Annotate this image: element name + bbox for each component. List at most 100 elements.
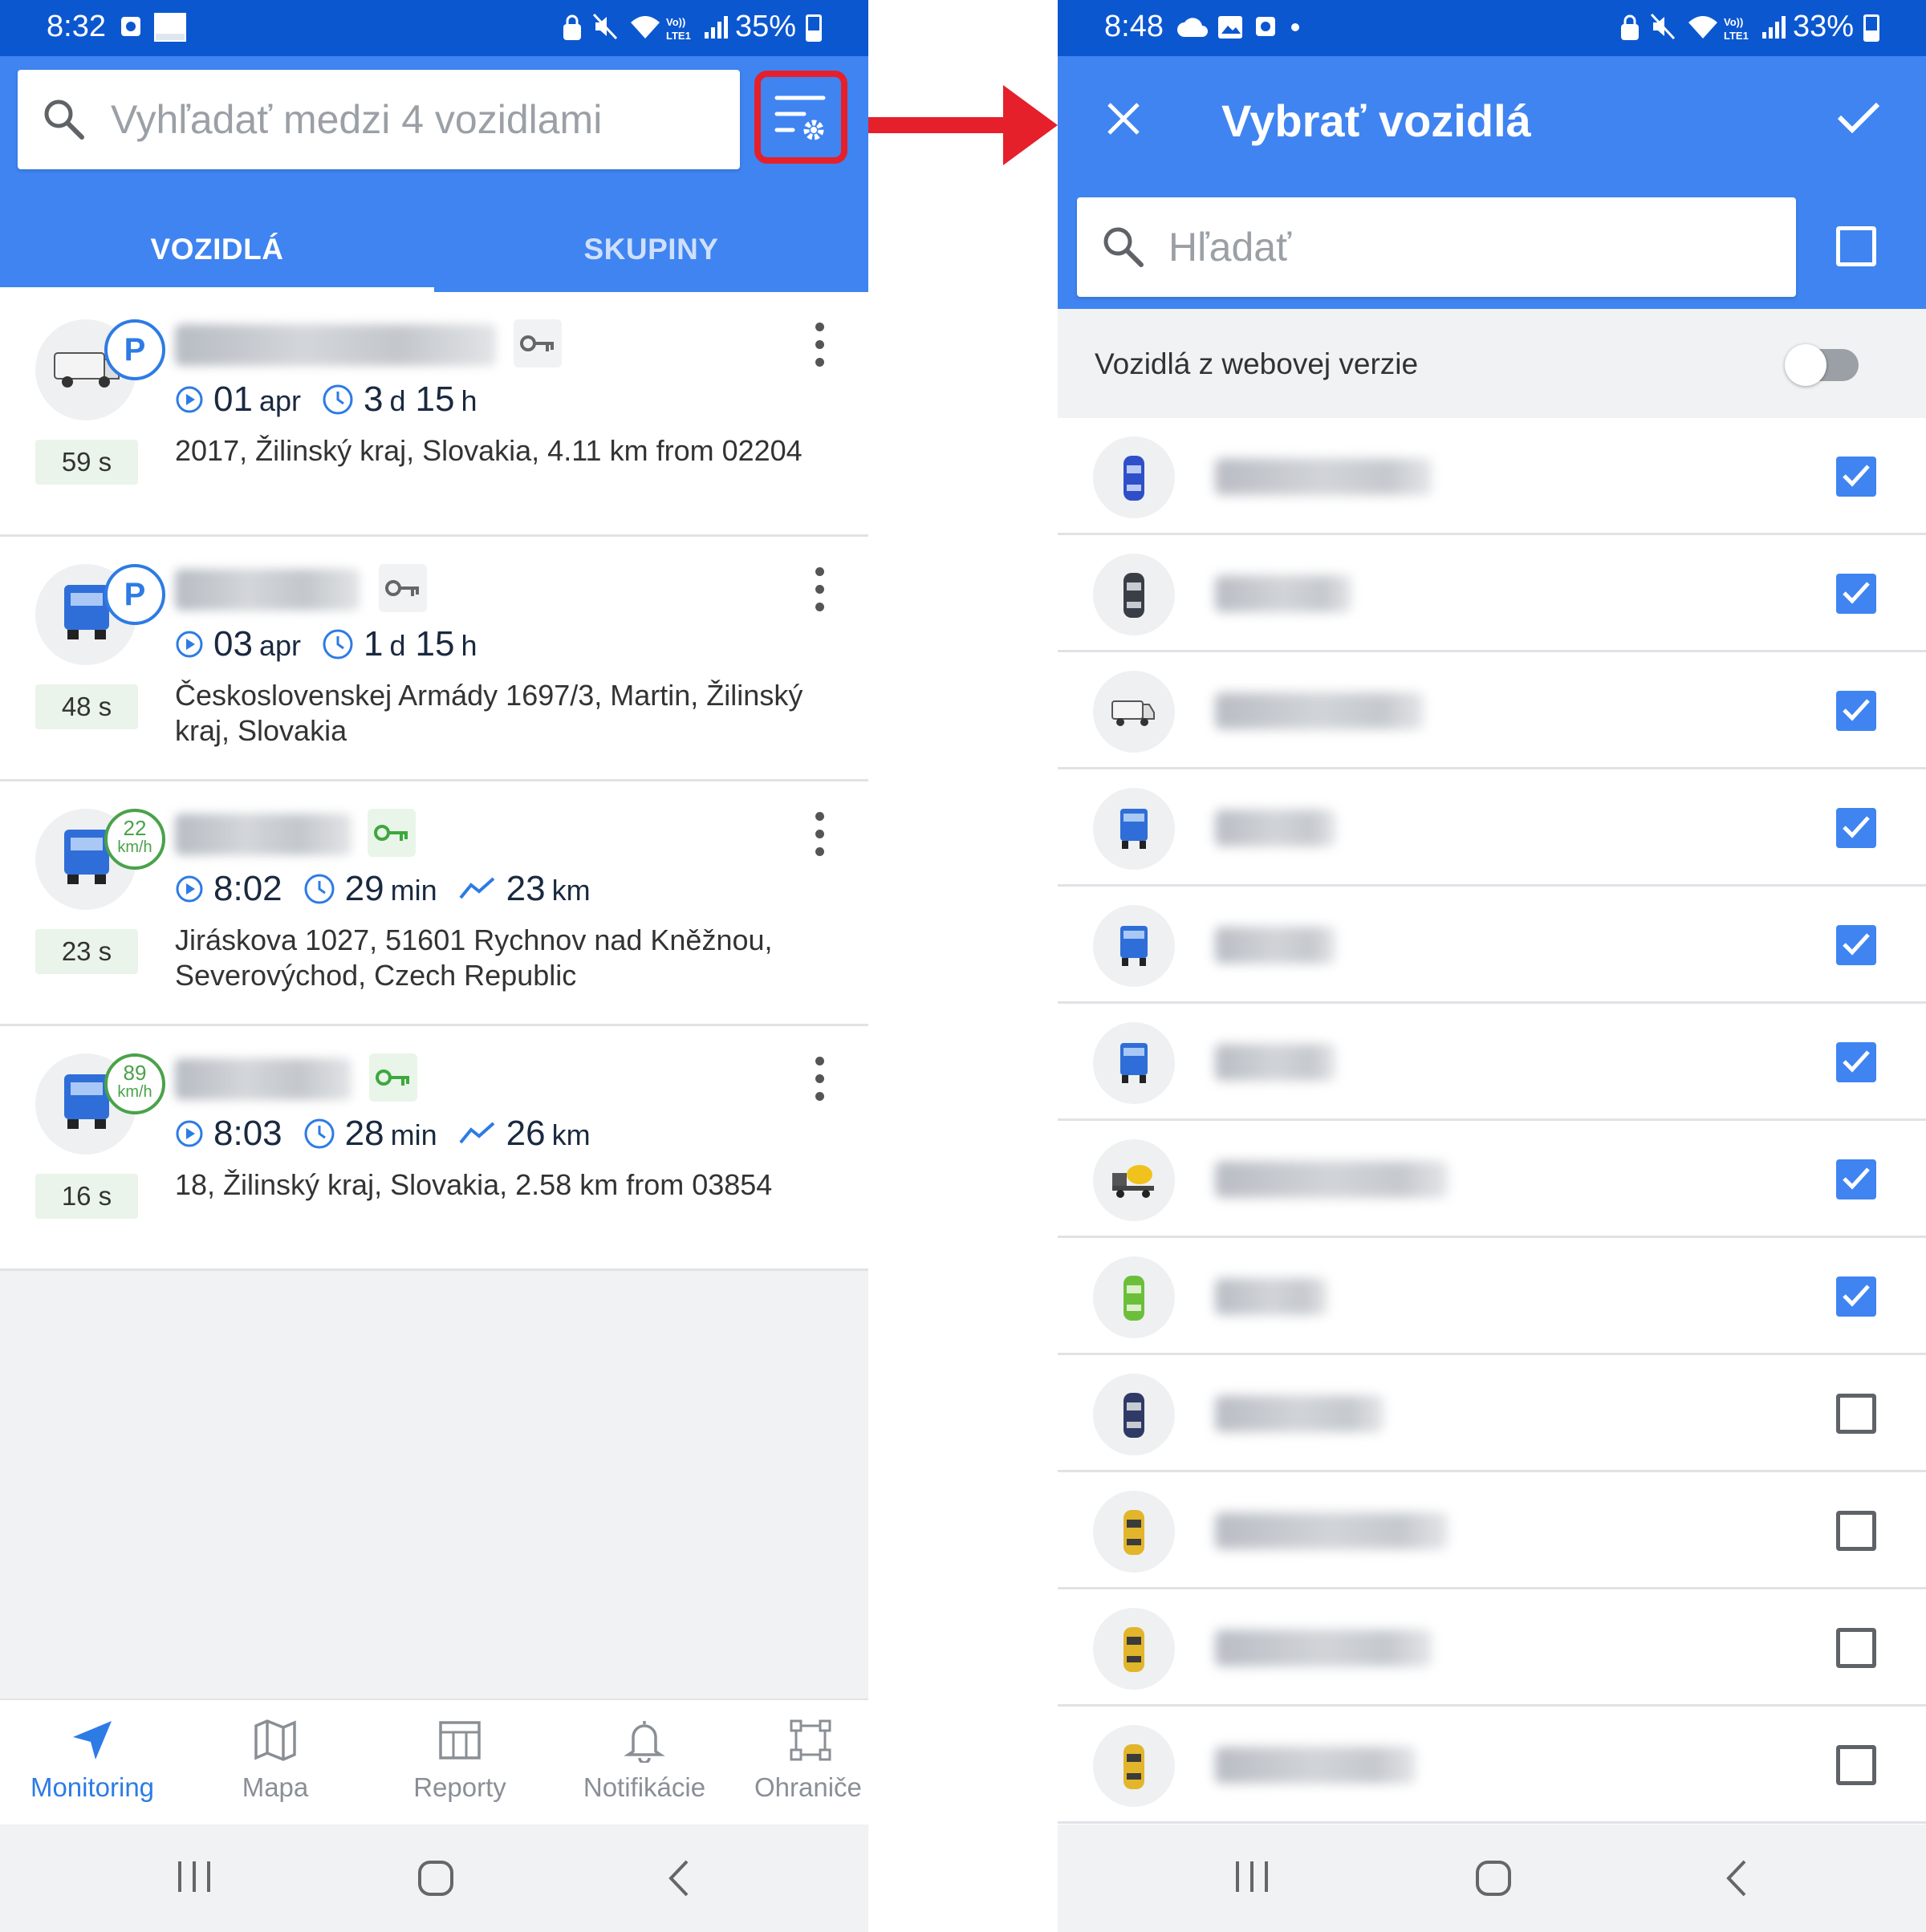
page-title: Vybrať vozidlá	[1221, 95, 1531, 146]
list-settings-button[interactable]	[754, 71, 847, 164]
vehicle-avatar	[1093, 1608, 1175, 1690]
confirm-check-icon[interactable]	[1836, 99, 1881, 135]
more-options-icon[interactable]	[815, 323, 825, 367]
more-options-icon[interactable]	[815, 1057, 825, 1102]
nav-notifications[interactable]: Notifikácie	[552, 1700, 737, 1826]
truck-icon	[1120, 1043, 1148, 1083]
report-table-icon	[439, 1721, 481, 1760]
vehicle-checkbox[interactable]	[1836, 1745, 1876, 1785]
vehicle-avatar	[1093, 554, 1175, 635]
vehicle-checkbox[interactable]	[1836, 574, 1876, 614]
vehicle-stats: 8:02 29 min 23 km	[175, 865, 612, 913]
list-item[interactable]	[1058, 1004, 1926, 1121]
image-icon	[1218, 16, 1242, 39]
vehicle-checkbox[interactable]	[1836, 1628, 1876, 1668]
recent-apps-icon[interactable]	[173, 1858, 215, 1895]
tab-vehicles[interactable]: VOZIDLÁ	[0, 217, 434, 292]
vehicle-checkbox[interactable]	[1836, 1394, 1876, 1434]
more-options-icon[interactable]	[815, 567, 825, 612]
vehicle-name-redacted	[1215, 458, 1432, 495]
vehicle-name-redacted	[1215, 810, 1335, 846]
data-age-badge: 23 s	[35, 929, 138, 974]
vehicle-avatar	[1093, 1725, 1175, 1807]
system-navigation-bar	[1058, 1824, 1926, 1932]
geofence-icon	[790, 1719, 831, 1761]
more-options-icon[interactable]	[815, 812, 825, 857]
list-item[interactable]	[1058, 652, 1926, 769]
system-navigation-bar	[0, 1824, 868, 1932]
list-item[interactable]	[1058, 1707, 1926, 1824]
vehicle-address: Československej Armády 1697/3, Martin, Ž…	[175, 679, 803, 747]
web-vehicles-toggle[interactable]	[1785, 344, 1859, 386]
list-item[interactable]	[1058, 1355, 1926, 1472]
vehicle-search-input[interactable]: Vyhľadať medzi 4 vozidlami	[18, 70, 740, 169]
ignition-key-icon	[368, 809, 416, 857]
vehicle-name-redacted	[1215, 692, 1424, 729]
home-icon[interactable]	[1473, 1858, 1514, 1898]
select-all-checkbox[interactable]	[1836, 226, 1876, 266]
car-yellow-icon	[1124, 1744, 1144, 1789]
vehicle-card[interactable]: 22 km/h 23 s 8:02 29 min 23 km Jiráskova 10…	[0, 781, 868, 1026]
stat-value: 03	[213, 624, 253, 664]
tab-groups[interactable]: SKUPINY	[434, 217, 868, 292]
route-icon	[459, 877, 494, 899]
speed-unit: km/h	[117, 1083, 152, 1101]
vehicle-card[interactable]: P 48 s 03 apr 1d 15 h Československej Armá…	[0, 537, 868, 781]
search-input[interactable]: Hľadať	[1077, 197, 1796, 297]
car-dark-icon	[1124, 1393, 1144, 1438]
signal-icon	[705, 16, 730, 39]
signal-icon	[1762, 16, 1788, 39]
vehicle-checkbox[interactable]	[1836, 1511, 1876, 1551]
vehicle-card[interactable]: 89 km/h 16 s 8:03 28 min 26 km 18, Žilinský…	[0, 1026, 868, 1271]
list-item[interactable]	[1058, 1472, 1926, 1589]
check-icon	[1843, 1167, 1870, 1190]
nav-label: Ohraniče	[754, 1772, 862, 1802]
web-vehicles-row: Vozidlá z webovej verzie	[1058, 309, 1926, 418]
vehicle-checkbox[interactable]	[1836, 1042, 1876, 1082]
back-icon[interactable]	[1722, 1858, 1751, 1898]
check-icon	[1843, 582, 1870, 604]
vehicle-name-redacted	[1215, 927, 1335, 964]
clock-icon	[323, 384, 353, 415]
list-item[interactable]	[1058, 418, 1926, 535]
stat-value: 15	[415, 624, 455, 664]
battery-level: 33%	[1792, 10, 1854, 43]
vehicle-checkbox[interactable]	[1836, 1276, 1876, 1317]
vehicle-checkbox[interactable]	[1836, 457, 1876, 497]
vehicle-name-redacted	[1215, 1395, 1384, 1432]
list-item[interactable]	[1058, 769, 1926, 887]
lock-icon	[1621, 14, 1639, 40]
close-icon[interactable]	[1106, 101, 1141, 136]
play-circle-icon	[176, 386, 203, 413]
recent-apps-icon[interactable]	[1231, 1858, 1273, 1895]
vehicle-checkbox[interactable]	[1836, 691, 1876, 731]
check-icon	[1843, 933, 1870, 956]
svg-text:LTE1: LTE1	[1724, 30, 1749, 42]
speed-value: 89	[123, 1061, 147, 1085]
vehicle-name-redacted	[175, 569, 360, 611]
bottom-navigation: Monitoring Mapa Reporty Notifikácie Ohra…	[0, 1699, 868, 1824]
list-item[interactable]	[1058, 535, 1926, 652]
list-item[interactable]	[1058, 1238, 1926, 1355]
vehicle-checkbox[interactable]	[1836, 1159, 1876, 1199]
vehicle-card[interactable]: P 59 s 01 apr 3d 15 h 2017, Žilinský kraj,…	[0, 292, 868, 537]
list-item[interactable]	[1058, 1589, 1926, 1707]
list-item[interactable]	[1058, 1121, 1926, 1238]
nav-geofences[interactable]: Ohraniče	[722, 1700, 868, 1826]
search-placeholder: Hľadať	[1168, 225, 1291, 270]
nav-monitoring[interactable]: Monitoring	[0, 1700, 185, 1826]
home-icon[interactable]	[416, 1858, 456, 1898]
list-item[interactable]	[1058, 887, 1926, 1004]
vehicle-checkbox[interactable]	[1836, 925, 1876, 965]
nav-reports[interactable]: Reporty	[368, 1700, 552, 1826]
check-icon	[1843, 699, 1870, 721]
van-icon	[1111, 700, 1155, 726]
battery-level: 35%	[734, 10, 796, 43]
back-icon[interactable]	[664, 1858, 693, 1898]
car-yellow-icon	[1124, 1627, 1144, 1672]
mute-icon	[1650, 13, 1676, 40]
vehicle-checkbox[interactable]	[1836, 808, 1876, 848]
data-age-badge: 59 s	[35, 440, 138, 485]
volte-icon: Vo)) LTE1	[666, 16, 691, 42]
nav-map[interactable]: Mapa	[183, 1700, 368, 1826]
